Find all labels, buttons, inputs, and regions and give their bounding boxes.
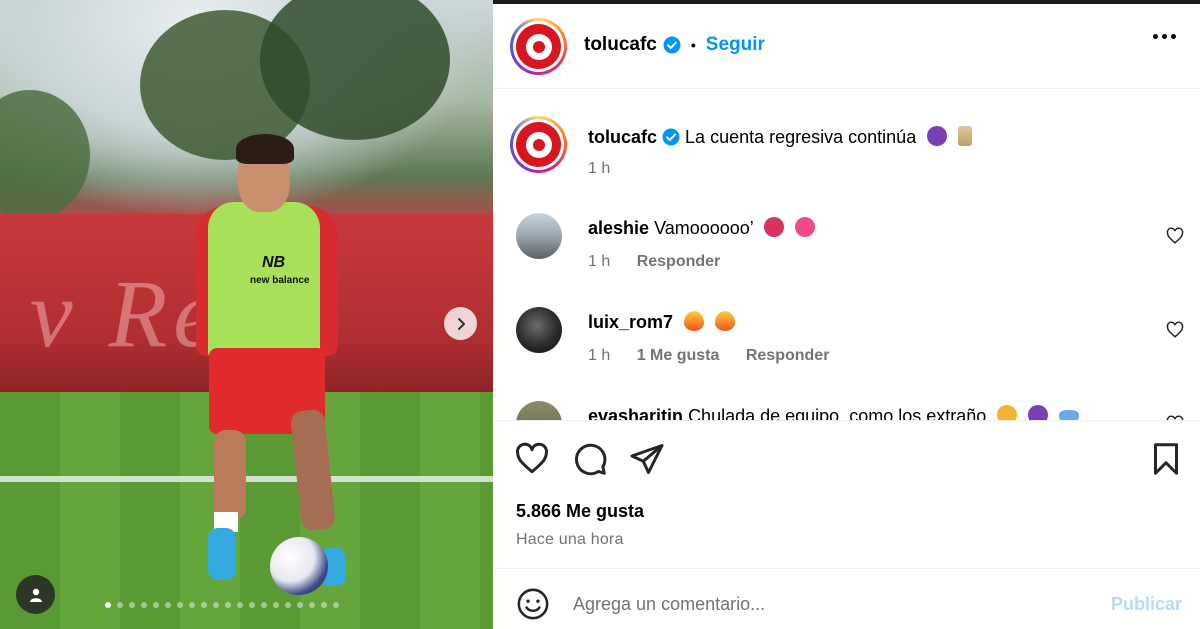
top-strip [493,0,1200,4]
carousel-dot [261,602,267,608]
comment-username[interactable]: aleshie [588,218,649,238]
carousel-dot [333,602,339,608]
brand-logo: NB [262,254,286,271]
chevron-right-icon [457,317,465,330]
comment-bubble-icon[interactable] [572,441,608,477]
comment-like-icon[interactable] [1166,227,1184,245]
comment-avatar[interactable] [516,213,562,259]
user-icon [29,588,42,602]
club-crest-icon [516,122,561,167]
follow-button[interactable]: Seguir [706,34,765,56]
carousel-dot [153,602,159,608]
post-header: tolucafc • Seguir [493,4,1200,89]
soccer-ball [270,537,328,595]
carousel-dot [249,602,255,608]
carousel-dot [321,602,327,608]
share-send-icon[interactable] [629,441,665,477]
header-separator: • [690,37,696,53]
comment-username[interactable]: evasharitin [588,406,683,420]
comment-time: 1 h [588,347,611,364]
comment-text-line: aleshie Vamoooooo’ [588,217,816,239]
comment-composer: Publicar [493,568,1200,629]
devil-face-icon [927,126,948,146]
devil-face-icon [764,217,785,237]
comment-text-line: luix_rom7 [588,311,736,333]
account-avatar[interactable] [510,18,567,75]
carousel-dot [177,602,183,608]
devil-face-icon [1028,405,1049,420]
brand-text: new balance [250,275,310,286]
emoji-picker-icon[interactable] [516,587,550,621]
verified-badge-icon [663,36,681,54]
hourglass-icon [958,126,973,146]
carousel-indicator [105,602,339,608]
media-field-line [0,476,493,482]
comment-input[interactable] [573,589,1093,619]
caption-text: La cuenta regresiva continúa [685,127,917,147]
fire-icon [684,311,705,331]
caption-time: 1 h [588,160,611,177]
carousel-dot [285,602,291,608]
header-user-line: tolucafc • Seguir [584,34,765,56]
player-shoe [208,528,236,580]
carousel-dot [309,602,315,608]
carousel-dot [213,602,219,608]
like-heart-icon[interactable] [514,441,550,477]
heart-eyes-icon [997,405,1018,420]
carousel-dot [141,602,147,608]
comment-likes[interactable]: 1 Me gusta [637,347,720,364]
carousel-dot [117,602,123,608]
verified-badge-icon [662,128,680,146]
post-panel: tolucafc • Seguir tolucafc La cuenta reg… [493,0,1200,629]
comment-text: Chulada de equipo, como los extraño [688,406,987,420]
comments-list[interactable]: tolucafc La cuenta regresiva continúa 1 … [493,90,1200,420]
carousel-dot [297,602,303,608]
carousel-dot [105,602,111,608]
infinity-icon [1059,410,1080,420]
comment-avatar[interactable] [516,401,562,420]
carousel-dot [237,602,243,608]
comment-avatar[interactable] [516,307,562,353]
carousel-dot [273,602,279,608]
comment-meta: 1 h Responder [588,253,742,271]
post-media[interactable]: v Red NB new balance [0,0,493,629]
carousel-dot [189,602,195,608]
carousel-next-button[interactable] [444,307,477,340]
carousel-dot [165,602,171,608]
fire-icon [715,311,736,331]
save-bookmark-icon[interactable] [1148,441,1184,477]
player-hair [236,134,294,164]
header-username[interactable]: tolucafc [584,34,657,56]
caption-text-line: tolucafc La cuenta regresiva continúa [588,126,973,148]
heart-icon [795,217,816,237]
comment-time: 1 h [588,253,611,270]
reply-button[interactable]: Responder [637,253,721,270]
caption-avatar[interactable] [510,116,567,173]
post-actions: 5.866 Me gusta Hace una hora [493,420,1200,570]
comment-text-line: evasharitin Chulada de equipo, como los … [588,405,1080,420]
tagged-users-button[interactable] [16,575,55,614]
caption-username[interactable]: tolucafc [588,127,657,147]
comment-username[interactable]: luix_rom7 [588,312,673,332]
post-time: Hace una hora [516,531,624,548]
carousel-dot [225,602,231,608]
carousel-dot [201,602,207,608]
club-crest-icon [516,24,561,69]
likes-count[interactable]: 5.866 Me gusta [516,501,644,522]
comment-like-icon[interactable] [1166,321,1184,339]
comment-meta: 1 h 1 Me gusta Responder [588,347,851,365]
caption-meta: 1 h [588,160,632,178]
publish-button[interactable]: Publicar [1111,594,1182,615]
reply-button[interactable]: Responder [746,347,830,364]
comment-text: Vamoooooo’ [654,218,754,238]
player-leg [214,430,246,520]
more-options-icon[interactable] [1153,34,1176,39]
carousel-dot [129,602,135,608]
